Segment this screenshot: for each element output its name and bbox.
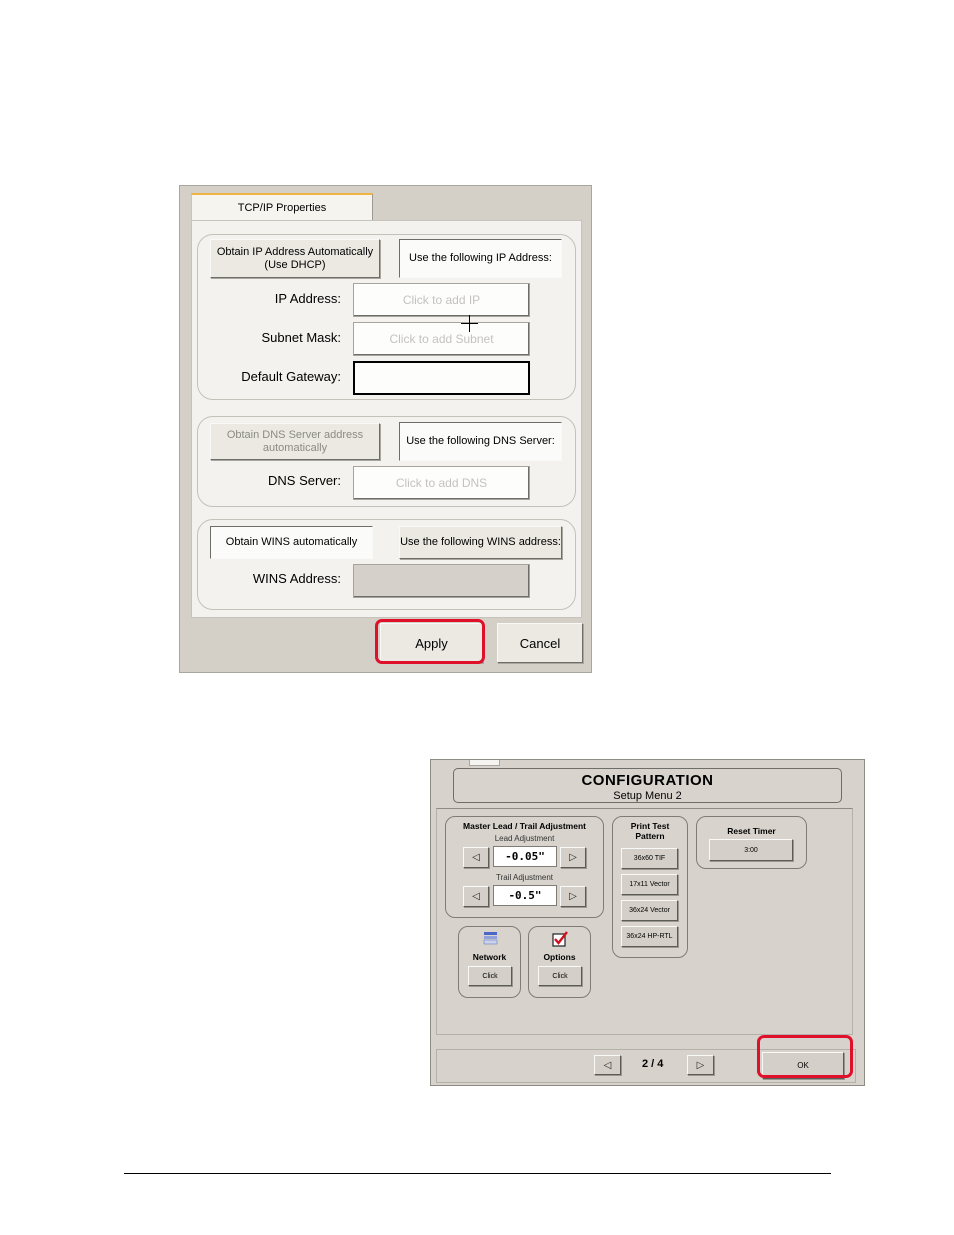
ip-address-label: IP Address: bbox=[274, 291, 341, 306]
lead-adjustment-value: -0.05" bbox=[493, 846, 557, 867]
wins-address-field[interactable] bbox=[353, 564, 530, 598]
use-following-ip-button[interactable]: Use the following IP Address: bbox=[399, 239, 562, 278]
options-group: Options Click bbox=[528, 926, 591, 998]
right-arrow-icon: ▷ bbox=[569, 852, 577, 863]
default-gateway-field[interactable] bbox=[353, 361, 530, 395]
configuration-title-bar: CONFIGURATION Setup Menu 2 bbox=[453, 768, 842, 803]
obtain-wins-automatically-button[interactable]: Obtain WINS automatically bbox=[210, 526, 373, 559]
default-gateway-label: Default Gateway: bbox=[241, 369, 341, 384]
previous-page-button[interactable]: ◁ bbox=[594, 1055, 621, 1075]
tab-tcpip-properties[interactable]: TCP/IP Properties bbox=[191, 193, 373, 220]
left-arrow-icon: ◁ bbox=[472, 891, 480, 902]
ip-address-field[interactable]: Click to add IP bbox=[353, 283, 530, 317]
configuration-title: CONFIGURATION bbox=[581, 772, 714, 789]
network-icon bbox=[483, 931, 498, 946]
print-17x11-vector-button[interactable]: 17x11 Vector bbox=[621, 874, 678, 895]
print-36x24-vector-button[interactable]: 36x24 Vector bbox=[621, 900, 678, 921]
reset-timer-group: Reset Timer 3:00 bbox=[696, 816, 807, 869]
print-test-pattern-title: Print Test Pattern bbox=[630, 821, 670, 841]
next-page-button[interactable]: ▷ bbox=[687, 1055, 714, 1075]
lead-adjustment-label: Lead Adjustment bbox=[494, 834, 555, 843]
subnet-mask-field[interactable]: Click to add Subnet bbox=[353, 322, 530, 356]
right-arrow-icon: ▷ bbox=[696, 1059, 705, 1071]
checkbox-checked-icon bbox=[552, 931, 568, 947]
right-arrow-icon: ▷ bbox=[569, 891, 577, 902]
use-following-wins-button[interactable]: Use the following WINS address: bbox=[399, 526, 562, 559]
trail-adjustment-label: Trail Adjustment bbox=[495, 873, 554, 882]
configuration-subtitle: Setup Menu 2 bbox=[613, 790, 682, 802]
trail-adjustment-value: -0.5" bbox=[493, 885, 557, 906]
master-lead-trail-group: Master Lead / Trail Adjustment Lead Adju… bbox=[445, 816, 604, 918]
reset-timer-button[interactable]: 3:00 bbox=[709, 839, 793, 861]
wins-address-label: WINS Address: bbox=[252, 571, 341, 586]
options-click-button[interactable]: Click bbox=[538, 966, 582, 986]
panel-corner-tab bbox=[469, 760, 500, 766]
page-divider-line bbox=[124, 1173, 831, 1174]
apply-highlight-box bbox=[375, 619, 485, 664]
network-title: Network bbox=[472, 952, 507, 962]
left-arrow-icon: ◁ bbox=[603, 1059, 612, 1071]
cancel-button[interactable]: Cancel bbox=[497, 623, 583, 663]
print-36x60-tif-button[interactable]: 36x60 TIF bbox=[621, 848, 678, 869]
configuration-panel: CONFIGURATION Setup Menu 2 Master Lead /… bbox=[430, 759, 865, 1086]
print-36x24-hp-rtl-button[interactable]: 36x24 HP-RTL bbox=[621, 926, 678, 947]
trail-decrease-button[interactable]: ◁ bbox=[463, 886, 489, 907]
left-arrow-icon: ◁ bbox=[472, 852, 480, 863]
options-title: Options bbox=[543, 952, 576, 962]
subnet-mask-label: Subnet Mask: bbox=[261, 330, 342, 345]
reset-timer-title: Reset Timer bbox=[727, 826, 776, 836]
obtain-ip-automatically-button[interactable]: Obtain IP Address Automatically (Use DHC… bbox=[210, 239, 380, 278]
network-group: Network Click bbox=[458, 926, 521, 998]
page-indicator: 2 / 4 bbox=[642, 1058, 664, 1070]
lead-decrease-button[interactable]: ◁ bbox=[463, 847, 489, 868]
ok-highlight-box bbox=[757, 1035, 853, 1078]
lead-increase-button[interactable]: ▷ bbox=[560, 847, 586, 868]
dns-server-label: DNS Server: bbox=[268, 473, 341, 488]
tcpip-properties-dialog: TCP/IP Properties Obtain IP Address Auto… bbox=[179, 185, 592, 673]
crosshair-cursor-icon bbox=[461, 315, 478, 332]
trail-increase-button[interactable]: ▷ bbox=[560, 886, 586, 907]
dns-server-field[interactable]: Click to add DNS bbox=[353, 466, 530, 500]
print-test-pattern-group: Print Test Pattern 36x60 TIF 17x11 Vecto… bbox=[612, 816, 688, 958]
use-following-dns-button[interactable]: Use the following DNS Server: bbox=[399, 422, 562, 461]
master-lead-trail-title: Master Lead / Trail Adjustment bbox=[463, 821, 586, 831]
network-click-button[interactable]: Click bbox=[468, 966, 512, 986]
obtain-dns-automatically-button[interactable]: Obtain DNS Server address automatically bbox=[210, 423, 380, 460]
